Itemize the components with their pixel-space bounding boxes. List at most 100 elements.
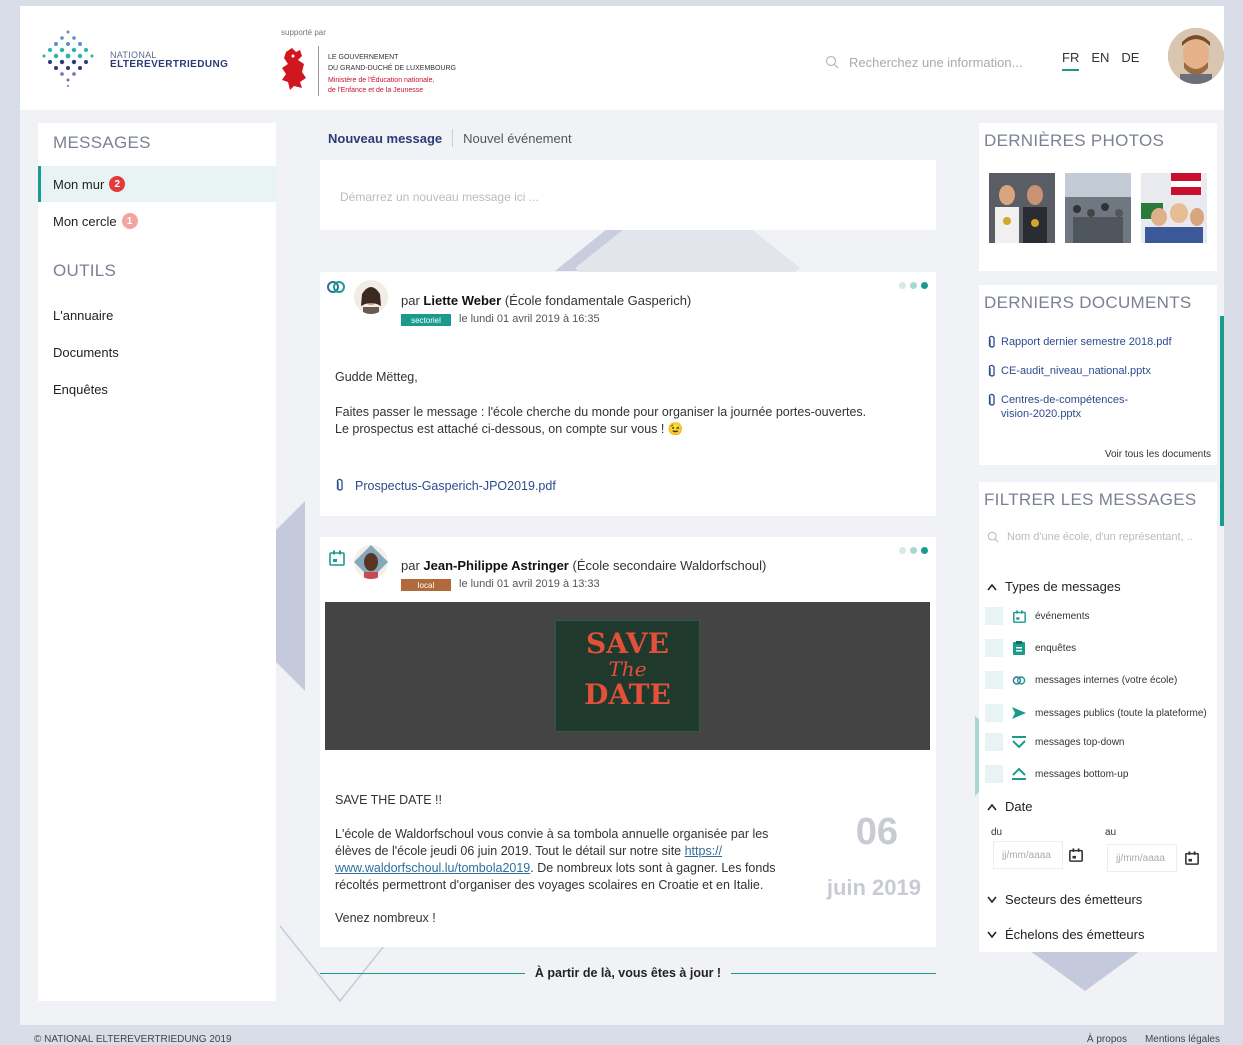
sectors-section-toggle[interactable]: Secteurs des émetteurs	[987, 892, 1142, 907]
luxembourg-lion-icon	[282, 48, 306, 90]
latest-photos-panel: DERNIÈRES PHOTOS	[979, 123, 1217, 271]
user-avatar[interactable]	[1168, 28, 1224, 84]
photo-thumbnail[interactable]	[1065, 173, 1131, 243]
see-all-documents-link[interactable]: Voir tous les documents	[1105, 449, 1211, 460]
up-to-date-divider: À partir de là, vous êtes à jour !	[320, 966, 937, 980]
new-message-input[interactable]	[340, 190, 900, 204]
checkbox[interactable]	[985, 607, 1003, 625]
global-search-input[interactable]	[849, 54, 1029, 70]
filter-option-internal[interactable]: messages internes (votre école)	[985, 671, 1177, 689]
attachment-name[interactable]: Prospectus-Gasperich-JPO2019.pdf	[355, 479, 556, 493]
user-avatar-image	[1168, 28, 1224, 84]
messages-heading: MESSAGES	[53, 133, 151, 152]
photo-thumbnail[interactable]	[1141, 173, 1207, 243]
composer-tabs: Nouveau message Nouvel événement	[328, 129, 572, 147]
checkbox[interactable]	[985, 733, 1003, 751]
poster-text-save: SAVE	[586, 627, 669, 660]
levels-section-toggle[interactable]: Échelons des émetteurs	[987, 927, 1144, 942]
checkbox[interactable]	[985, 671, 1003, 689]
lang-fr[interactable]: FR	[1062, 50, 1080, 71]
event-image[interactable]: SAVE The DATE	[325, 602, 930, 750]
calendar-icon	[1012, 609, 1026, 623]
sidebar-item-label: Mon cercle	[53, 213, 117, 229]
author-name[interactable]: Jean-Philippe Astringer	[423, 558, 568, 573]
tombola-link-part2[interactable]: www.waldorfschoul.lu/tombola2019	[335, 861, 530, 875]
post-card: par Jean-Philippe Astringer (École secon…	[320, 537, 936, 947]
poster-text-the: The	[608, 657, 647, 681]
document-name[interactable]: Rapport dernier semestre 2018.pdf	[1001, 335, 1172, 349]
checkbox[interactable]	[985, 704, 1003, 722]
calendar-icon[interactable]	[1185, 851, 1199, 865]
document-name[interactable]: CE-audit_niveau_national.pptx	[1001, 364, 1151, 378]
document-link[interactable]: CE-audit_niveau_national.pptx	[987, 364, 1151, 378]
author-org: (École fondamentale Gasperich)	[504, 293, 692, 308]
post-date: le lundi 01 avril 2019 à 13:33	[459, 578, 600, 590]
author-avatar-image	[354, 280, 388, 314]
post-tag: sectoriel	[401, 314, 451, 326]
types-heading: Types de messages	[1005, 579, 1121, 594]
date-from-input[interactable]	[993, 841, 1063, 869]
photo-image	[1141, 173, 1207, 243]
photos-heading: DERNIÈRES PHOTOS	[984, 131, 1165, 150]
post-attachment[interactable]: Prospectus-Gasperich-JPO2019.pdf	[335, 478, 556, 493]
filter-search-input[interactable]	[1007, 531, 1192, 543]
app-frame: NATIONAL ELTEREVERTRIEDUNG supporté par …	[20, 6, 1224, 1025]
latest-documents-panel: DERNIERS DOCUMENTS Rapport dernier semes…	[979, 285, 1217, 465]
paperclip-icon	[336, 478, 343, 491]
filter-option-bottom-up[interactable]: messages bottom-up	[985, 765, 1128, 783]
rings-icon	[1012, 673, 1026, 687]
footer-about-link[interactable]: À propos	[1087, 1034, 1127, 1045]
by-prefix: par	[401, 293, 420, 308]
post-menu[interactable]	[899, 547, 928, 554]
paperclip-icon	[988, 335, 995, 348]
author-name[interactable]: Liette Weber	[423, 293, 501, 308]
filter-option-label: événements	[1035, 610, 1090, 622]
sidebar-item-mon-mur[interactable]: Mon mur 2	[38, 166, 276, 202]
document-link[interactable]: Rapport dernier semestre 2018.pdf	[987, 335, 1172, 349]
event-calendar-icon	[329, 550, 345, 566]
date-from-field	[993, 841, 1083, 869]
tab-new-message[interactable]: Nouveau message	[328, 131, 442, 146]
post-greeting: Gudde Mëtteg,	[335, 370, 418, 384]
gov-line-2: DU GRAND-DUCHÉ DE LUXEMBOURG	[328, 65, 456, 72]
post-menu[interactable]	[899, 282, 928, 289]
filter-option-public[interactable]: messages publics (toute la plateforme)	[985, 704, 1207, 722]
sidebar-item-mon-cercle[interactable]: Mon cercle 1	[38, 203, 276, 239]
post-author-line: par Liette Weber (École fondamentale Gas…	[401, 293, 691, 308]
arrow-up-icon	[1012, 767, 1026, 781]
chevron-up-icon	[987, 583, 997, 590]
global-search	[825, 50, 1035, 74]
arrow-down-icon	[1012, 735, 1026, 749]
footer-legal-link[interactable]: Mentions légales	[1145, 1034, 1220, 1045]
author-avatar[interactable]	[354, 280, 388, 314]
document-name[interactable]: Centres-de-compétences-vision-2020.pptx	[1001, 393, 1128, 421]
checkbox[interactable]	[985, 765, 1003, 783]
author-avatar[interactable]	[354, 545, 388, 579]
photo-thumbnail[interactable]	[989, 173, 1055, 243]
lang-de[interactable]: DE	[1121, 50, 1139, 71]
tab-new-event[interactable]: Nouvel événement	[463, 131, 571, 146]
tombola-link-part1[interactable]: https://	[685, 844, 723, 858]
documents-heading: DERNIERS DOCUMENTS	[984, 293, 1192, 312]
filter-option-events[interactable]: événements	[985, 607, 1089, 625]
document-link[interactable]: Centres-de-compétences-vision-2020.pptx	[987, 393, 1128, 421]
sidebar-item-enquetes[interactable]: Enquêtes	[38, 371, 276, 407]
filter-option-top-down[interactable]: messages top-down	[985, 733, 1125, 751]
calendar-icon[interactable]	[1069, 848, 1083, 862]
sidebar-item-annuaire[interactable]: L'annuaire	[38, 297, 276, 333]
date-from-label: du	[991, 827, 1003, 838]
photo-image	[1065, 173, 1131, 243]
logo-icon[interactable]	[38, 26, 98, 90]
filter-search	[987, 531, 1192, 543]
paperclip-icon	[988, 393, 995, 406]
types-section-toggle[interactable]: Types de messages	[987, 579, 1121, 594]
post-body-line-1: L'école de Waldorfschoul vous convie à s…	[335, 827, 769, 841]
date-to-input[interactable]	[1107, 844, 1177, 872]
photo-image	[989, 173, 1055, 243]
date-section-toggle[interactable]: Date	[987, 799, 1032, 814]
lang-en[interactable]: EN	[1091, 50, 1109, 71]
checkbox[interactable]	[985, 639, 1003, 657]
filter-option-surveys[interactable]: enquêtes	[985, 639, 1076, 657]
gov-line-4: de l'Enfance et de la Jeunesse	[328, 87, 424, 94]
sidebar-item-documents[interactable]: Documents	[38, 334, 276, 370]
